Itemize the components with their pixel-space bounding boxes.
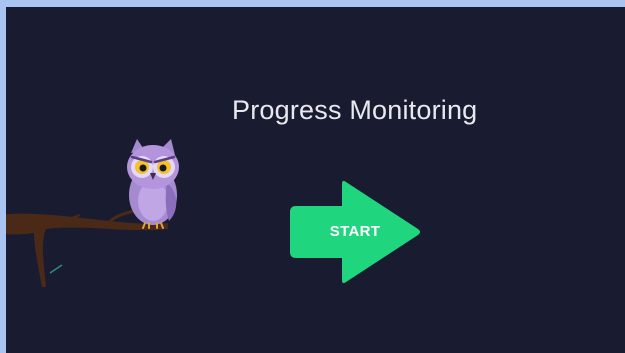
start-button-label: START — [329, 223, 381, 240]
start-button[interactable]: START — [290, 179, 422, 285]
activity-screen: Progress Monitoring START — [6, 7, 625, 353]
owl-icon — [127, 139, 179, 229]
window-frame: Progress Monitoring START — [0, 0, 625, 353]
page-title: Progress Monitoring — [232, 95, 478, 125]
